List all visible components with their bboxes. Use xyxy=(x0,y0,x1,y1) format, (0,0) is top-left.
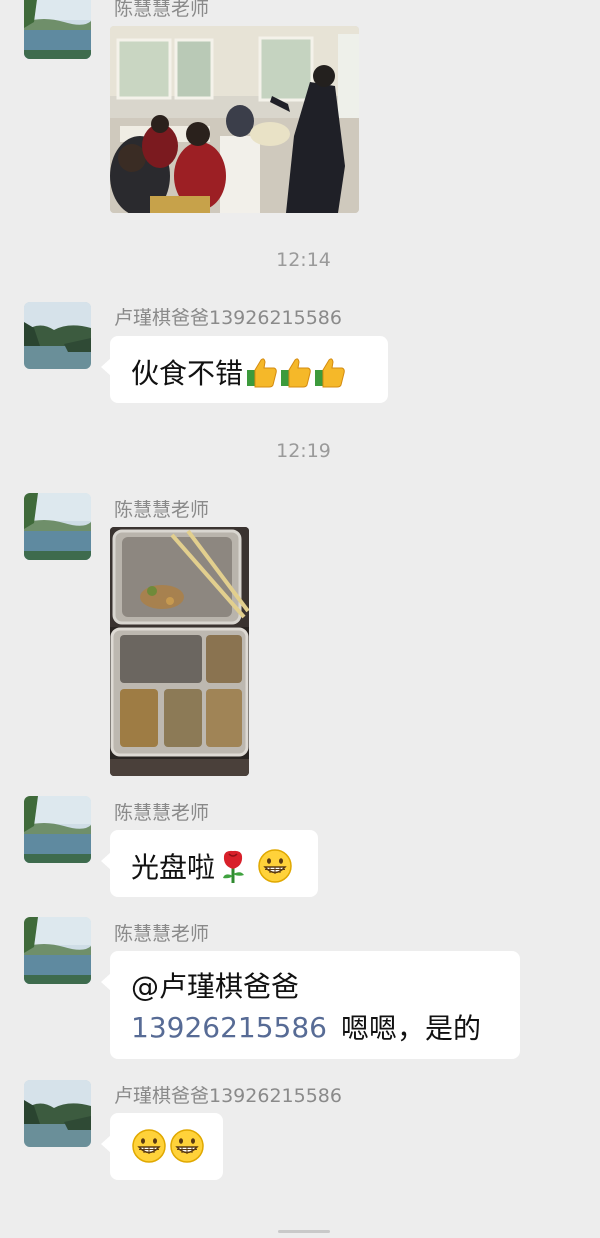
thumbs-up-emoji-icon xyxy=(313,355,347,389)
avatar-teacher[interactable] xyxy=(24,796,91,863)
message-bubble[interactable]: @卢瑾棋爸爸 13926215586 嗯嗯，是的 xyxy=(101,951,520,1059)
grinning-face-emoji-icon xyxy=(131,1128,167,1164)
sender-name: 陈慧慧老师 xyxy=(114,802,210,824)
message-text: 光盘啦 xyxy=(131,851,216,884)
message-bubble[interactable] xyxy=(101,1113,223,1180)
avatar-teacher[interactable] xyxy=(24,493,91,560)
timestamp: 12:14 xyxy=(276,249,331,271)
message-text: 伙食不错 xyxy=(131,357,244,390)
thumbs-up-emoji-icon xyxy=(245,355,279,389)
sender-name: 陈慧慧老师 xyxy=(114,499,210,521)
avatar-teacher[interactable] xyxy=(24,917,91,984)
message-text: 嗯嗯，是的 xyxy=(340,1012,481,1045)
mention-name[interactable]: @卢瑾棋爸爸 xyxy=(131,965,299,1005)
timestamp: 12:19 xyxy=(276,440,331,462)
message-bubble[interactable]: 伙食不错 xyxy=(101,336,388,403)
thumbs-up-emoji-icon xyxy=(279,355,313,389)
timestamp-partial xyxy=(278,1230,330,1238)
sender-name: 卢瑾棋爸爸13926215586 xyxy=(114,307,342,329)
avatar-teacher[interactable] xyxy=(24,0,91,59)
sender-name: 陈慧慧老师 xyxy=(114,923,210,945)
chat-screen: 陈慧慧老师 12:14 卢瑾棋爸爸13926215586 伙食不错 12:19 … xyxy=(0,0,600,1238)
grinning-face-emoji-icon xyxy=(169,1128,205,1164)
sender-name: 陈慧慧老师 xyxy=(114,0,210,20)
message-bubble[interactable]: 光盘啦 xyxy=(101,830,318,897)
classroom-photo[interactable] xyxy=(110,26,359,213)
avatar-parent[interactable] xyxy=(24,302,91,369)
grinning-face-emoji-icon xyxy=(257,848,293,884)
rose-emoji-icon xyxy=(217,848,249,884)
mention-phone-number[interactable]: 13926215586 xyxy=(131,1011,327,1044)
lunchbox-photo[interactable] xyxy=(110,527,249,776)
sender-name: 卢瑾棋爸爸13926215586 xyxy=(114,1085,342,1107)
avatar-parent[interactable] xyxy=(24,1080,91,1147)
